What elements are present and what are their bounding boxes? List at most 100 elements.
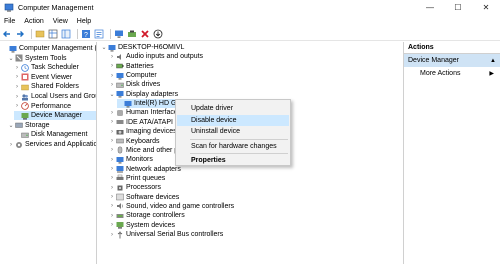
properties-grid-icon[interactable] — [48, 29, 58, 39]
back-icon[interactable] — [2, 29, 12, 39]
device-item-desktop-h6omivl[interactable]: ⌄ DESKTOP-H6OMIVL — [101, 43, 184, 52]
collapsed-chevron-icon[interactable]: › — [109, 119, 115, 125]
device-item-label: Display adapters — [126, 90, 179, 98]
device-item-universal-serial-bus-controllers[interactable]: › Universal Serial Bus controllers — [109, 230, 223, 239]
collapsed-chevron-icon[interactable]: › — [109, 213, 115, 219]
nav-item-event-viewer[interactable]: › Event Viewer — [14, 73, 96, 82]
collapse-arrow-icon[interactable]: ▲ — [490, 58, 496, 64]
properties-sheet-icon[interactable] — [94, 29, 104, 39]
device-item-computer[interactable]: › Computer — [109, 71, 157, 80]
collapsed-chevron-icon[interactable]: › — [14, 94, 20, 100]
nav-item-shared-folders[interactable]: › Shared Folders — [14, 82, 96, 91]
nav-item-local-users-and-groups[interactable]: › Local Users and Groups — [14, 92, 96, 101]
collapsed-chevron-icon[interactable]: › — [109, 63, 115, 69]
menu-properties[interactable]: Properties — [177, 155, 289, 166]
device-item-imaging-devices[interactable]: › Imaging devices — [109, 127, 177, 136]
actions-device-manager[interactable]: Device Manager ▲ — [404, 54, 500, 67]
nav-item-computer-management-local[interactable]: Computer Management (Local — [2, 44, 96, 53]
event-icon — [21, 73, 29, 81]
nav-item-device-manager[interactable]: Device Manager — [14, 111, 96, 121]
collapsed-chevron-icon[interactable]: › — [109, 82, 115, 88]
device-item-sound-video-and-game-controllers[interactable]: › Sound, video and game controllers — [109, 202, 234, 211]
collapsed-chevron-icon[interactable]: › — [109, 166, 115, 172]
device-item-processors[interactable]: › Processors — [109, 183, 161, 192]
collapsed-chevron-icon[interactable]: › — [109, 222, 115, 228]
collapsed-chevron-icon[interactable]: › — [109, 138, 115, 144]
collapsed-chevron-icon[interactable]: › — [109, 54, 115, 60]
device-icon — [116, 222, 124, 229]
menu-update-driver[interactable]: Update driver — [177, 103, 289, 114]
actions-section-label: Device Manager — [408, 57, 459, 64]
actions-header: Actions — [404, 42, 500, 54]
device-item-print-queues[interactable]: › Print queues — [109, 174, 165, 183]
nav-item-disk-management[interactable]: Disk Management — [14, 130, 96, 139]
help-icon[interactable]: ? — [81, 29, 91, 39]
device-item-storage-controllers[interactable]: › Storage controllers — [109, 211, 185, 220]
device-item-intel-r-hd-g[interactable]: Intel(R) HD G — [117, 99, 177, 109]
menu-action[interactable]: Action — [24, 18, 43, 25]
close-button[interactable]: ✕ — [472, 0, 500, 15]
collapsed-chevron-icon[interactable]: › — [8, 142, 14, 148]
device-item-keyboards[interactable]: › Keyboards — [109, 137, 159, 146]
nav-item-services-and-applications[interactable]: › Services and Applications — [8, 140, 96, 149]
collapsed-chevron-icon[interactable]: › — [109, 185, 115, 191]
nav-item-system-tools[interactable]: ⌄ System Tools — [8, 54, 96, 63]
update-driver-icon[interactable] — [127, 29, 137, 39]
nav-item-storage[interactable]: ⌄ Storage — [8, 121, 96, 130]
device-item-software-devices[interactable]: › Software devices — [109, 193, 179, 202]
expanded-chevron-icon[interactable]: ⌄ — [101, 44, 107, 51]
device-item-batteries[interactable]: › Batteries — [109, 62, 154, 71]
device-item-display-adapters[interactable]: ⌄ Display adapters — [109, 90, 178, 99]
collapsed-chevron-icon[interactable]: › — [109, 175, 115, 181]
device-item-audio-inputs-and-outputs[interactable]: › Audio inputs and outputs — [109, 52, 203, 61]
nav-item-label: Shared Folders — [31, 83, 79, 91]
collapsed-chevron-icon[interactable]: › — [109, 147, 115, 153]
download-icon[interactable] — [153, 29, 163, 39]
expanded-chevron-icon[interactable]: ⌄ — [8, 55, 14, 62]
show-hide-tree-icon[interactable] — [61, 29, 71, 39]
navigation-tree: Computer Management (Local⌄System Tools›… — [0, 42, 97, 264]
device-item-network-adapters[interactable]: › Network adapters — [109, 165, 181, 174]
nav-item-label: Local Users and Groups — [31, 93, 96, 100]
mouse-icon — [117, 146, 123, 154]
collapsed-chevron-icon[interactable]: › — [109, 110, 115, 116]
device-item-system-devices[interactable]: › System devices — [109, 221, 175, 230]
collapsed-chevron-icon[interactable]: › — [109, 73, 115, 79]
device-item-monitors[interactable]: › Monitors — [109, 155, 153, 164]
up-folder-icon[interactable] — [35, 29, 45, 39]
monitor-icon[interactable] — [114, 29, 124, 39]
perf-icon — [21, 102, 29, 110]
collapsed-chevron-icon[interactable]: › — [14, 103, 20, 109]
collapsed-chevron-icon[interactable]: › — [109, 203, 115, 209]
device-item-disk-drives[interactable]: › Disk drives — [109, 80, 160, 89]
device-item-mice-and-other-p[interactable]: › Mice and other p — [109, 146, 178, 155]
device-item-ide-ata-atapi-c[interactable]: › IDE ATA/ATAPI c — [109, 118, 178, 127]
collapsed-chevron-icon[interactable]: › — [109, 157, 115, 163]
collapsed-chevron-icon[interactable]: › — [109, 194, 115, 200]
more-actions[interactable]: More Actions ▶ — [404, 67, 500, 79]
collapsed-chevron-icon[interactable]: › — [109, 129, 115, 135]
nav-item-performance[interactable]: › Performance — [14, 102, 96, 111]
menu-view[interactable]: View — [53, 18, 68, 25]
uninstall-icon[interactable] — [140, 29, 150, 39]
menu-file[interactable]: File — [4, 18, 15, 25]
device-item-human-interface[interactable]: › Human Interface — [109, 108, 178, 117]
collapsed-chevron-icon[interactable]: › — [14, 65, 20, 71]
menu-help[interactable]: Help — [77, 18, 91, 25]
collapsed-chevron-icon[interactable]: › — [14, 74, 20, 80]
maximize-button[interactable]: ☐ — [444, 0, 472, 15]
expanded-chevron-icon[interactable]: ⌄ — [109, 91, 115, 98]
device-item-label: IDE ATA/ATAPI c — [126, 118, 179, 126]
nav-item-task-scheduler[interactable]: › Task Scheduler — [14, 63, 96, 72]
device-item-label: Audio inputs and outputs — [126, 53, 204, 61]
collapsed-chevron-icon[interactable]: › — [14, 84, 20, 90]
computer-icon — [108, 44, 116, 51]
title-bar: Computer Management — ☐ ✕ — [0, 0, 500, 15]
minimize-button[interactable]: — — [416, 0, 444, 15]
menu-disable-device[interactable]: Disable device — [177, 115, 289, 126]
menu-uninstall-device[interactable]: Uninstall device — [177, 126, 289, 137]
forward-icon[interactable] — [15, 29, 25, 39]
menu-scan-hardware[interactable]: Scan for hardware changes — [177, 141, 289, 152]
expanded-chevron-icon[interactable]: ⌄ — [8, 122, 14, 129]
collapsed-chevron-icon[interactable]: › — [109, 232, 115, 238]
